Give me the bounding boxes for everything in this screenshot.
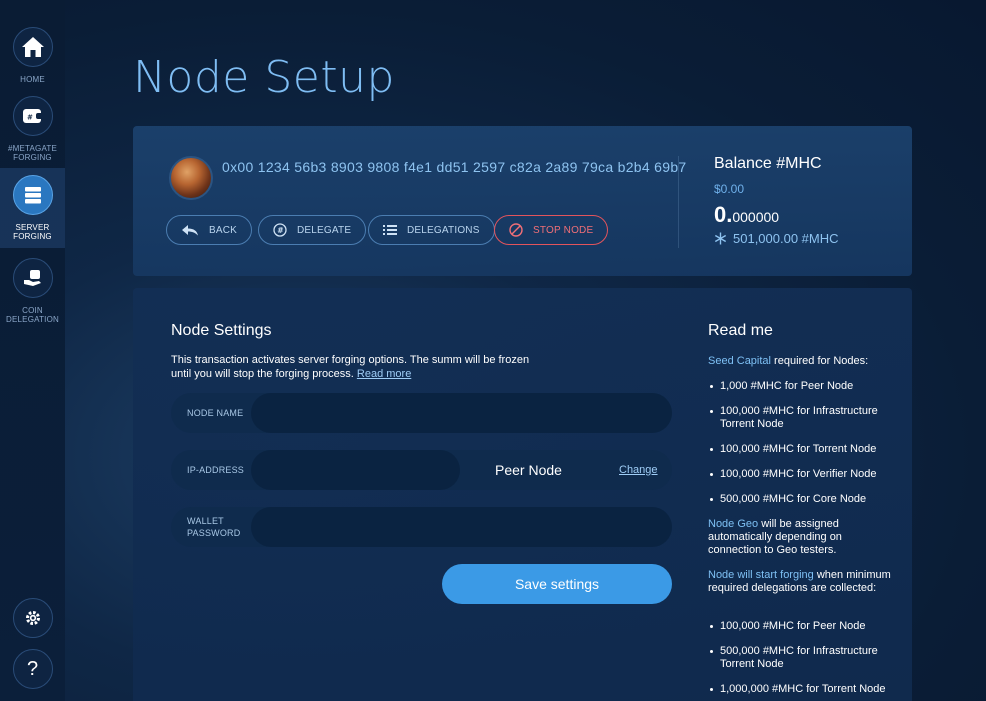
- stop-node-label: STOP NODE: [533, 224, 594, 236]
- divider: [678, 156, 679, 248]
- balance-title: Balance #MHC: [714, 155, 822, 172]
- svg-text:#: #: [277, 226, 283, 235]
- stop-node-button[interactable]: STOP NODE: [494, 215, 609, 245]
- wallet-password-label-line2: PASSWORD: [187, 528, 241, 538]
- stop-icon: [509, 223, 523, 237]
- seed-capital-highlight: Seed Capital: [708, 355, 771, 367]
- change-node-type-link[interactable]: Change: [619, 464, 658, 476]
- delegations-label: DELEGATIONS: [407, 224, 480, 236]
- help-label: ?: [26, 657, 39, 680]
- delegations-button[interactable]: DELEGATIONS: [368, 215, 495, 245]
- node-header-card: 0x00 1234 56b3 8903 9808 f4e1 dd51 2597 …: [133, 126, 912, 276]
- node-geo-text: Node Geo will be assigned automatically …: [708, 518, 898, 557]
- delegate-button[interactable]: # DELEGATE: [258, 215, 367, 245]
- frozen-balance-value: 501,000.00 #MHC: [733, 231, 839, 246]
- settings-button[interactable]: [0, 598, 65, 638]
- list-item: 100,000 #MHC for Torrent Node: [708, 443, 898, 456]
- back-arrow-icon: [181, 224, 199, 236]
- ip-address-row: IP-ADDRESS Peer Node Change: [171, 450, 672, 490]
- settings-description-text: This transaction activates server forgin…: [171, 354, 530, 380]
- node-name-input[interactable]: [251, 393, 672, 433]
- home-icon: [12, 27, 53, 67]
- frozen-balance: 501,000.00 #MHC: [714, 231, 839, 246]
- sidebar-item-label: #METAGATE FORGING: [7, 144, 58, 162]
- forging-text: Node will start forging when minimum req…: [708, 569, 898, 595]
- list-item: 500,000 #MHC for Core Node: [708, 493, 898, 506]
- svg-text:#: #: [27, 114, 33, 122]
- sidebar-item-server-forging[interactable]: SERVER FORGING: [0, 168, 65, 248]
- balance-usd: $0.00: [714, 182, 745, 196]
- ip-address-label: IP-ADDRESS: [187, 465, 245, 475]
- node-settings-title: Node Settings: [171, 322, 272, 339]
- sidebar-item-label: COIN DELEGATION: [6, 306, 59, 324]
- read-me-title: Read me: [708, 322, 773, 339]
- list-item: 100,000 #MHC for Verifier Node: [708, 468, 898, 481]
- back-label: BACK: [209, 224, 238, 236]
- wallet-password-label-line1: WALLET: [187, 516, 224, 526]
- forging-highlight: Node will start forging: [708, 569, 814, 581]
- seed-capital-text: Seed Capital required for Nodes:: [708, 355, 898, 368]
- server-icon: [12, 175, 53, 215]
- wallet-password-input[interactable]: [251, 507, 672, 547]
- sidebar-item-label: HOME: [20, 75, 45, 84]
- list-item: 500,000 #MHC for Infrastructure Torrent …: [708, 645, 898, 671]
- wallet-password-row: WALLET PASSWORD: [171, 507, 672, 547]
- wallet-password-label: WALLET PASSWORD: [187, 515, 240, 539]
- avatar: [169, 156, 213, 200]
- node-geo-highlight: Node Geo: [708, 518, 759, 530]
- ip-address-input[interactable]: [251, 450, 460, 490]
- help-button[interactable]: ?: [0, 649, 65, 689]
- node-type-value: Peer Node: [495, 462, 562, 478]
- read-more-link[interactable]: Read more: [357, 368, 411, 380]
- list-item: 1,000 #MHC for Peer Node: [708, 380, 898, 393]
- sidebar: HOME # #METAGATE FORGING SERVER FORGING …: [0, 0, 65, 701]
- sidebar-item-label: SERVER FORGING: [13, 223, 52, 241]
- balance-amount-int: 0.: [714, 202, 733, 227]
- node-address: 0x00 1234 56b3 8903 9808 f4e1 dd51 2597 …: [222, 159, 687, 175]
- settings-description: This transaction activates server forgin…: [171, 353, 551, 381]
- back-button[interactable]: BACK: [166, 215, 253, 245]
- seed-capital-rest: required for Nodes:: [771, 355, 869, 367]
- delegate-label: DELEGATE: [297, 224, 352, 236]
- gear-icon: [12, 598, 53, 638]
- node-name-row: NODE NAME: [171, 393, 672, 433]
- sidebar-item-home[interactable]: HOME: [0, 27, 65, 84]
- list-item: 100,000 #MHC for Peer Node: [708, 620, 898, 633]
- sidebar-item-coin-delegation[interactable]: COIN DELEGATION: [0, 258, 65, 324]
- node-name-label: NODE NAME: [187, 408, 244, 418]
- coin-hand-icon: [12, 258, 53, 298]
- page-title: Node Setup: [133, 52, 395, 103]
- list-item: 1,000,000 #MHC for Torrent Node: [708, 683, 898, 696]
- hash-circle-icon: #: [273, 223, 287, 237]
- balance-amount-dec: 000000: [732, 209, 780, 225]
- balance-amount: 0.000000: [714, 202, 779, 228]
- wallet-icon: #: [12, 96, 53, 136]
- save-settings-button[interactable]: Save settings: [442, 564, 672, 604]
- list-item: 100,000 #MHC for Infrastructure Torrent …: [708, 405, 898, 431]
- node-settings-card: Node Settings This transaction activates…: [133, 288, 912, 701]
- help-icon: ?: [12, 649, 53, 689]
- sidebar-item-metagate-forging[interactable]: # #METAGATE FORGING: [0, 96, 65, 162]
- list-icon: [383, 224, 397, 236]
- snowflake-icon: [714, 232, 727, 245]
